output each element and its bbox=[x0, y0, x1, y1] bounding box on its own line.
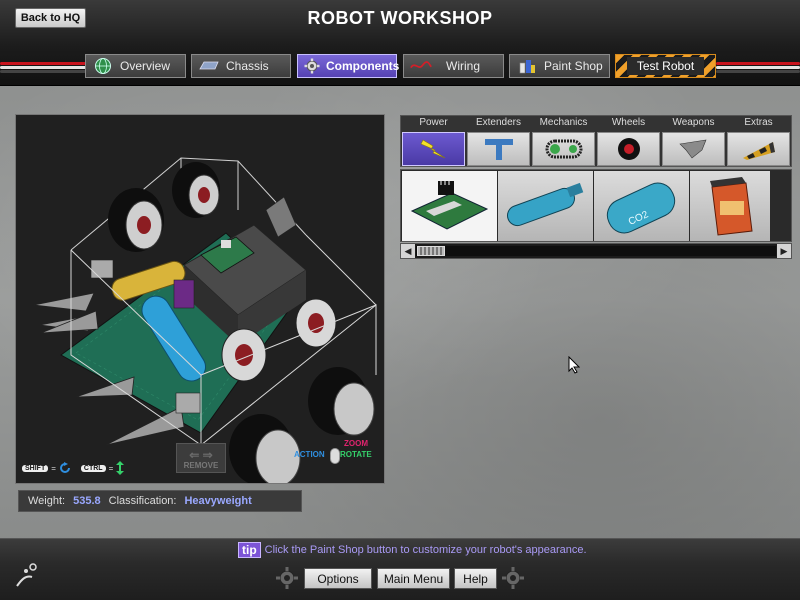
robot-stats: Weight: 535.8 Classification: Heavyweigh… bbox=[18, 490, 302, 512]
bottom-bar: tip Click the Paint Shop button to custo… bbox=[0, 538, 800, 600]
decorative-wires-left bbox=[0, 60, 86, 74]
category-weapons-label: Weapons bbox=[672, 117, 715, 128]
scroll-track[interactable] bbox=[416, 246, 776, 256]
tip-text: Click the Paint Shop button to customize… bbox=[264, 544, 587, 556]
gear-decoration-right-icon bbox=[502, 567, 524, 589]
category-extenders-label: Extenders bbox=[475, 117, 522, 128]
back-to-hq-button[interactable]: Back to HQ bbox=[15, 8, 86, 28]
tab-paint-shop[interactable]: Paint Shop bbox=[509, 54, 610, 78]
component-item-strip: CO2 bbox=[400, 169, 792, 242]
tab-overview-label: Overview bbox=[120, 59, 171, 73]
tab-components-label: Components bbox=[326, 59, 400, 73]
test-robot-label: Test Robot bbox=[626, 57, 705, 75]
category-wheels[interactable]: Wheels bbox=[596, 116, 661, 168]
category-extras-label: Extras bbox=[744, 117, 773, 128]
ctrl-key: CTRL bbox=[80, 464, 106, 472]
scroll-right-button[interactable]: ▶ bbox=[777, 244, 791, 258]
battery-cylinder-item[interactable] bbox=[498, 171, 593, 241]
gear-icon bbox=[304, 58, 320, 74]
category-wheels-label: Wheels bbox=[611, 117, 646, 128]
weight-label: Weight: bbox=[28, 495, 66, 507]
component-categories: Power Extenders Mechanics Wheels Weapons… bbox=[400, 115, 792, 167]
action-label: ACTION bbox=[294, 450, 325, 459]
remove-button[interactable]: ⇐ ⇒ REMOVE bbox=[176, 443, 226, 473]
paint-cans-icon bbox=[516, 58, 538, 74]
tab-wiring-label: Wiring bbox=[446, 59, 481, 73]
vertical-arrows-icon bbox=[116, 461, 125, 475]
mouse-cursor-icon bbox=[568, 356, 580, 374]
zoom-label: ZOOM bbox=[344, 439, 368, 448]
wheel-icon bbox=[597, 132, 660, 166]
orange-battery-box-item[interactable] bbox=[690, 171, 770, 241]
category-extenders[interactable]: Extenders bbox=[466, 116, 531, 168]
options-button[interactable]: Options bbox=[304, 568, 372, 589]
scroll-left-button[interactable]: ◀ bbox=[401, 244, 415, 258]
battery-icon bbox=[507, 182, 584, 227]
remove-arrows-icon: ⇐ ⇒ bbox=[189, 448, 213, 462]
co2-tank-item[interactable]: CO2 bbox=[594, 171, 689, 241]
weight-value: 535.8 bbox=[73, 495, 101, 507]
category-weapons[interactable]: Weapons bbox=[661, 116, 726, 168]
chassis-icon bbox=[198, 58, 220, 74]
help-button[interactable]: Help bbox=[454, 568, 497, 589]
tab-chassis-label: Chassis bbox=[226, 59, 269, 73]
wedge-icon bbox=[727, 132, 790, 166]
robot-3d-viewport[interactable]: SHIFT = CTRL = ⇐ ⇒ REMOVE ZOOM ACTION ROTA… bbox=[15, 114, 385, 487]
tip-bar: tip Click the Paint Shop button to custo… bbox=[238, 542, 587, 558]
ctrl-move-hint: CTRL = bbox=[80, 461, 125, 475]
rotate-label: ROTATE bbox=[340, 450, 372, 459]
component-scrollbar[interactable]: ◀ ▶ bbox=[400, 243, 792, 259]
globe-icon bbox=[92, 58, 114, 74]
chain-drive-icon bbox=[532, 132, 595, 166]
shift-rotate-hint: SHIFT = bbox=[22, 461, 71, 475]
circuit-board-icon bbox=[410, 181, 489, 230]
blade-icon bbox=[662, 132, 725, 166]
tab-wiring[interactable]: Wiring bbox=[403, 54, 504, 78]
rotate-icon bbox=[59, 462, 70, 473]
category-power-label: Power bbox=[419, 117, 448, 128]
mouse-controls-hint: ZOOM ACTION ROTATE bbox=[294, 439, 378, 473]
classification-value: Heavyweight bbox=[184, 495, 252, 507]
tab-components[interactable]: Components bbox=[297, 54, 400, 78]
decorative-wires-right bbox=[716, 60, 800, 74]
category-power[interactable]: Power bbox=[401, 116, 466, 168]
game-logo-icon bbox=[16, 563, 37, 587]
page-title: ROBOT WORKSHOP bbox=[307, 8, 493, 28]
category-mechanics[interactable]: Mechanics bbox=[531, 116, 596, 168]
top-bar: Back to HQ ROBOT WORKSHOP Overview Chass… bbox=[0, 0, 800, 86]
category-extras[interactable]: Extras bbox=[726, 116, 791, 168]
shift-key: SHIFT bbox=[22, 464, 49, 472]
test-robot-button[interactable]: Test Robot bbox=[615, 54, 716, 78]
tab-paint-shop-label: Paint Shop bbox=[544, 59, 603, 73]
robot-model[interactable] bbox=[16, 115, 384, 487]
classification-label: Classification: bbox=[108, 495, 177, 507]
tip-badge: tip bbox=[238, 542, 261, 558]
battery-box-icon bbox=[710, 177, 753, 236]
main-menu-button[interactable]: Main Menu bbox=[377, 568, 450, 589]
gear-decoration-left-icon bbox=[276, 567, 298, 589]
co2-tank-icon: CO2 bbox=[606, 182, 676, 234]
category-mechanics-label: Mechanics bbox=[539, 117, 588, 128]
tab-overview[interactable]: Overview bbox=[85, 54, 186, 78]
tab-chassis[interactable]: Chassis bbox=[191, 54, 291, 78]
lightning-icon bbox=[402, 132, 465, 166]
scroll-thumb[interactable] bbox=[417, 246, 445, 256]
mouse-icon bbox=[330, 448, 340, 464]
circuit-board-item[interactable] bbox=[402, 171, 497, 241]
keyboard-hints: SHIFT = CTRL = bbox=[22, 461, 125, 475]
wire-icon bbox=[410, 58, 432, 74]
remove-label: REMOVE bbox=[183, 461, 219, 470]
t-extender-icon bbox=[467, 132, 530, 166]
